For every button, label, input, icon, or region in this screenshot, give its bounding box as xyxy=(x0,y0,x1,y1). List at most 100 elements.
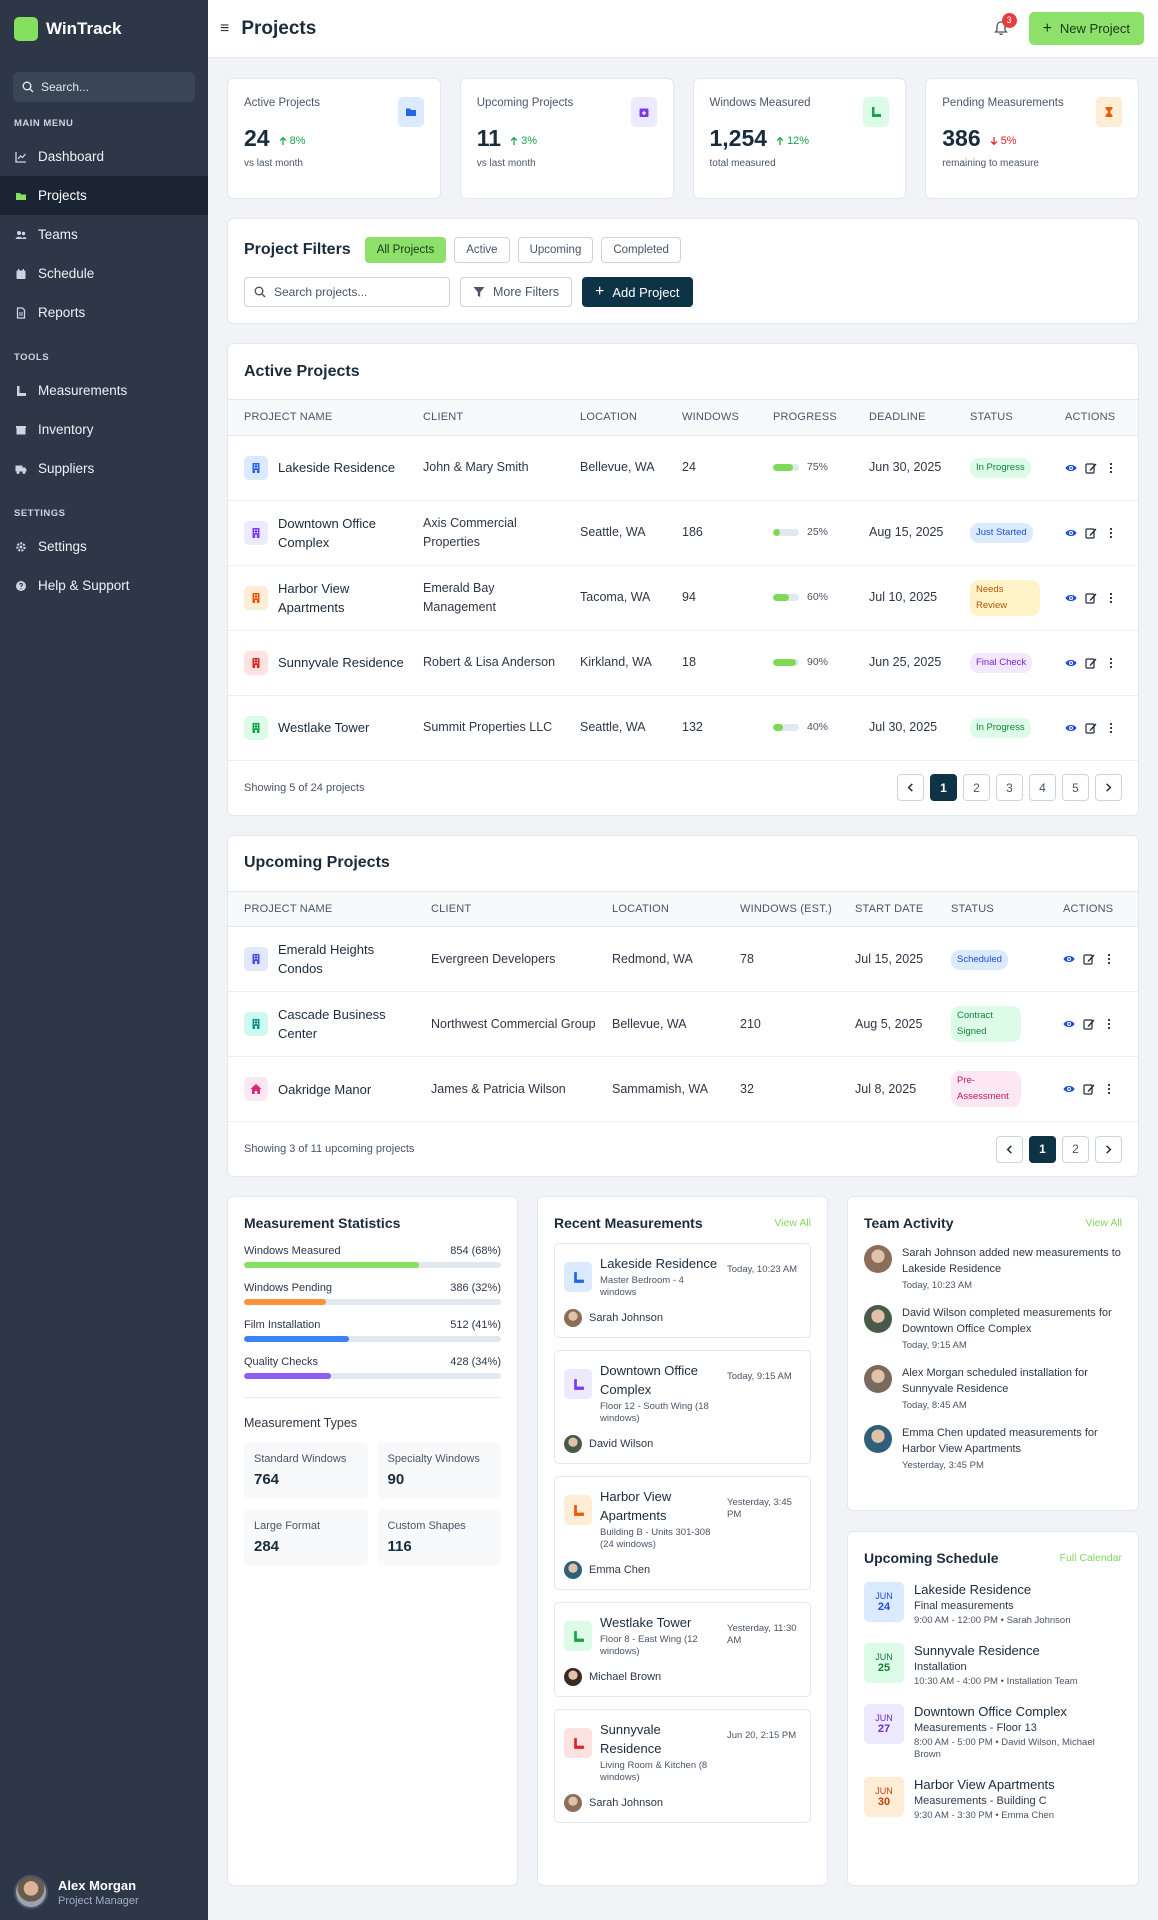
more-button[interactable] xyxy=(1105,657,1117,669)
view-button[interactable] xyxy=(1063,1018,1075,1030)
team-activity-view-all-link[interactable]: View All xyxy=(1085,1217,1122,1229)
schedule-item[interactable]: JUN 30 Harbor View Apartments Measurements … xyxy=(864,1777,1122,1822)
more-filters-button[interactable]: More Filters xyxy=(460,277,572,307)
upcoming-projects-pagination: 12 xyxy=(996,1135,1122,1163)
view-button[interactable] xyxy=(1063,953,1075,965)
sidebar-item-schedule[interactable]: Schedule xyxy=(0,254,208,293)
chevron-left-icon xyxy=(905,782,916,793)
pagination-prev-button[interactable] xyxy=(897,774,924,801)
schedule-item[interactable]: JUN 25 Sunnyvale Residence Installation 10:3… xyxy=(864,1643,1122,1688)
more-button[interactable] xyxy=(1105,592,1117,604)
measurement-header: Westlake Tower Floor 8 - East Wing (12 wi… xyxy=(564,1613,801,1658)
edit-button[interactable] xyxy=(1085,462,1097,474)
recent-measurement-item[interactable]: Lakeside Residence Master Bedroom - 4 win… xyxy=(554,1243,811,1338)
sidebar-item-projects[interactable]: Projects xyxy=(0,176,208,215)
sidebar-search-input[interactable]: Search... xyxy=(13,72,195,102)
recent-measurement-item[interactable]: Sunnyvale Residence Living Room & Kitchen… xyxy=(554,1709,811,1823)
add-project-button[interactable]: + Add Project xyxy=(581,277,693,307)
view-button[interactable] xyxy=(1065,592,1077,604)
sidebar-item-dashboard[interactable]: Dashboard xyxy=(0,137,208,176)
view-button[interactable] xyxy=(1065,462,1077,474)
sidebar-item-help-support[interactable]: Help & Support xyxy=(0,566,208,605)
filter-chip-all[interactable]: All Projects xyxy=(364,237,447,263)
full-calendar-link[interactable]: Full Calendar xyxy=(1060,1552,1122,1564)
pagination-prev-button[interactable] xyxy=(996,1135,1023,1163)
pagination-page-button[interactable]: 3 xyxy=(996,774,1023,801)
pagination-page-button[interactable]: 2 xyxy=(1062,1135,1089,1163)
sidebar-item-inventory[interactable]: Inventory xyxy=(0,410,208,449)
pagination-next-button[interactable] xyxy=(1095,774,1122,801)
activity-text: David Wilson completed measurements for … xyxy=(902,1307,1112,1335)
hamburger-menu-icon[interactable]: ≡ xyxy=(220,20,229,38)
filter-chip-active[interactable]: Active xyxy=(454,237,510,263)
more-vertical-icon xyxy=(1105,722,1117,734)
recent-measurement-item[interactable]: Downtown Office Complex Floor 12 - South … xyxy=(554,1350,811,1464)
filter-chip-upcoming[interactable]: Upcoming xyxy=(517,237,594,263)
project-search-input[interactable]: Search projects... xyxy=(244,277,450,307)
recent-measurement-item[interactable]: Harbor View Apartments Building B - Units… xyxy=(554,1476,811,1590)
project-name[interactable]: Harbor View Apartments xyxy=(244,579,407,617)
project-name[interactable]: Cascade Business Center xyxy=(244,1005,415,1043)
view-button[interactable] xyxy=(1065,657,1077,669)
table-row[interactable]: Oakridge Manor James & Patricia Wilson Sam… xyxy=(228,1056,1138,1122)
table-row[interactable]: Cascade Business Center Northwest Commerc… xyxy=(228,991,1138,1057)
user-profile[interactable]: Alex Morgan Project Manager xyxy=(0,1864,208,1920)
sidebar-item-measurements[interactable]: Measurements xyxy=(0,371,208,410)
project-name[interactable]: Downtown Office Complex xyxy=(244,514,407,552)
notifications-button[interactable]: 3 xyxy=(991,12,1017,39)
new-project-button[interactable]: + New Project xyxy=(1028,12,1144,45)
view-button[interactable] xyxy=(1063,1083,1075,1095)
table-row[interactable]: Emerald Heights Condos Evergreen Develope… xyxy=(228,926,1138,992)
edit-button[interactable] xyxy=(1085,722,1097,734)
more-button[interactable] xyxy=(1103,953,1115,965)
pagination-page-button[interactable]: 4 xyxy=(1029,774,1056,801)
status-badge: Pre-Assessment xyxy=(951,1071,1021,1107)
brand[interactable]: WinTrack xyxy=(0,0,208,58)
pagination-page-button[interactable]: 1 xyxy=(1029,1135,1056,1163)
edit-button[interactable] xyxy=(1083,953,1095,965)
project-name[interactable]: Lakeside Residence xyxy=(244,455,407,480)
edit-button[interactable] xyxy=(1085,657,1097,669)
pagination-page-button[interactable]: 5 xyxy=(1062,774,1089,801)
more-button[interactable] xyxy=(1105,722,1117,734)
pagination-page-button[interactable]: 1 xyxy=(930,774,957,801)
table-row[interactable]: Sunnyvale Residence Robert & Lisa Anderso… xyxy=(228,630,1138,696)
project-name[interactable]: Sunnyvale Residence xyxy=(244,650,407,675)
eye-icon xyxy=(1065,722,1077,734)
sidebar-item-suppliers[interactable]: Suppliers xyxy=(0,449,208,488)
more-button[interactable] xyxy=(1105,462,1117,474)
project-name[interactable]: Oakridge Manor xyxy=(244,1077,415,1101)
more-button[interactable] xyxy=(1103,1018,1115,1030)
table-row[interactable]: Lakeside Residence John & Mary Smith Belle… xyxy=(228,435,1138,501)
schedule-item[interactable]: JUN 24 Lakeside Residence Final measurement… xyxy=(864,1582,1122,1627)
table-row[interactable]: Westlake Tower Summit Properties LLC Seatt… xyxy=(228,695,1138,761)
active-projects-title: Active Projects xyxy=(244,362,360,380)
schedule-title: Lakeside Residence xyxy=(914,1582,1032,1597)
pagination-page-button[interactable]: 2 xyxy=(963,774,990,801)
edit-button[interactable] xyxy=(1085,592,1097,604)
edit-button[interactable] xyxy=(1083,1018,1095,1030)
measurement-stat-header: Windows Pending 386 (32%) xyxy=(244,1282,501,1294)
schedule-item[interactable]: JUN 27 Downtown Office Complex Measurements… xyxy=(864,1704,1122,1761)
sidebar-item-reports[interactable]: Reports xyxy=(0,293,208,332)
measurement-time: Today, 9:15 AM xyxy=(727,1371,792,1382)
sidebar-item-teams[interactable]: Teams xyxy=(0,215,208,254)
deadline-cell: Jul 30, 2025 xyxy=(861,695,962,761)
sidebar-item-settings[interactable]: Settings xyxy=(0,527,208,566)
schedule-meta: 10:30 AM - 4:00 PM • Installation Team xyxy=(914,1676,1078,1687)
recent-measurement-item[interactable]: Westlake Tower Floor 8 - East Wing (12 wi… xyxy=(554,1602,811,1697)
more-button[interactable] xyxy=(1105,527,1117,539)
measurement-user: Emma Chen xyxy=(564,1561,801,1579)
view-button[interactable] xyxy=(1065,722,1077,734)
more-button[interactable] xyxy=(1103,1083,1115,1095)
table-row[interactable]: Downtown Office Complex Axis Commercial P… xyxy=(228,500,1138,566)
recent-measurements-view-all-link[interactable]: View All xyxy=(774,1217,811,1229)
pagination-next-button[interactable] xyxy=(1095,1135,1122,1163)
table-row[interactable]: Harbor View Apartments Emerald Bay Manage… xyxy=(228,565,1138,631)
view-button[interactable] xyxy=(1065,527,1077,539)
project-name[interactable]: Westlake Tower xyxy=(244,715,407,740)
project-name[interactable]: Emerald Heights Condos xyxy=(244,940,415,978)
filter-chip-completed[interactable]: Completed xyxy=(601,237,681,263)
edit-button[interactable] xyxy=(1085,527,1097,539)
edit-button[interactable] xyxy=(1083,1083,1095,1095)
